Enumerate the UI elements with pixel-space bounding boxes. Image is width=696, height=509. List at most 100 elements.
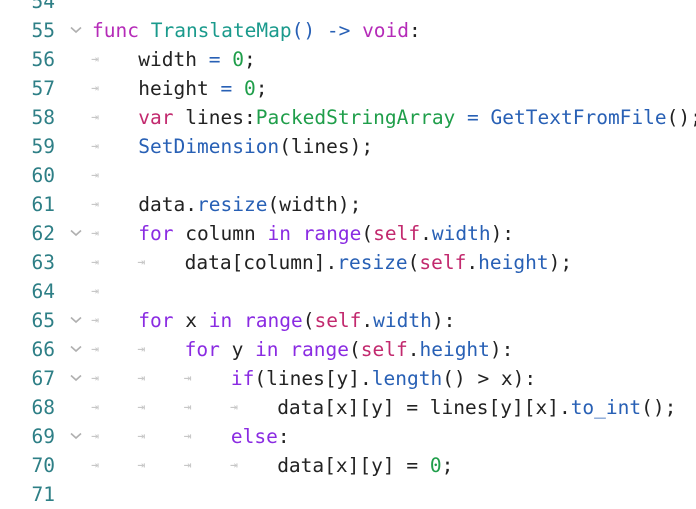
fold-chevron-icon[interactable]	[68, 306, 86, 335]
code-line[interactable]: 58 ⇥ var lines:PackedStringArray = GetText…	[0, 103, 696, 132]
code-token: width	[138, 48, 197, 71]
code-line[interactable]: 64 ⇥	[0, 277, 696, 306]
code-token: lines:	[173, 106, 256, 129]
code-line[interactable]: 56 ⇥ width = 0;	[0, 45, 696, 74]
code-token: ();	[641, 396, 677, 419]
line-number[interactable]: 70	[0, 451, 55, 480]
fold-chevron-icon[interactable]	[68, 335, 86, 364]
code-line[interactable]: 55 func TranslateMap() -> void:	[0, 16, 696, 45]
code-token: PackedStringArray	[255, 106, 456, 129]
fold-chevron-icon[interactable]	[68, 16, 86, 45]
code-token: :	[409, 19, 421, 42]
tab-marker-icon: ⇥	[229, 400, 238, 415]
code-line[interactable]: 61 ⇥ data.resize(width);	[0, 190, 696, 219]
code-token: .	[407, 338, 420, 361]
code-line[interactable]: 54	[0, 0, 696, 16]
code-token: if	[230, 367, 255, 390]
code-token: in	[267, 222, 291, 245]
code-text: func TranslateMap() -> void:	[92, 16, 421, 45]
code-text: for y in range(self.height):	[185, 335, 514, 364]
tab-marker-icon: ⇥	[183, 458, 192, 473]
tab-marker-icon: ⇥	[91, 197, 99, 212]
tab-marker-icon: ⇥	[91, 284, 99, 299]
code-token: ):	[431, 309, 456, 332]
tab-marker-icon: ⇥	[91, 458, 99, 473]
line-number[interactable]: 65	[0, 306, 55, 335]
code-text: SetDimension(lines);	[138, 132, 373, 161]
code-line[interactable]: 66 ⇥ ⇥ for y in range(self.height):	[0, 335, 696, 364]
code-token: self	[373, 222, 421, 245]
code-token: .	[361, 309, 374, 332]
code-text: width = 0;	[138, 45, 255, 74]
fold-chevron-icon[interactable]	[68, 364, 86, 393]
code-token: width	[373, 309, 432, 332]
code-token: (	[407, 251, 420, 274]
line-number[interactable]: 67	[0, 364, 55, 393]
code-line[interactable]: 71	[0, 480, 696, 509]
tab-marker-icon: ⇥	[91, 342, 99, 357]
code-line[interactable]: 62 ⇥ for column in range(self.width):	[0, 219, 696, 248]
line-number[interactable]: 60	[0, 161, 55, 190]
line-number[interactable]: 71	[0, 480, 55, 509]
code-token: .	[420, 222, 432, 245]
code-token: (width);	[267, 193, 362, 216]
tab-marker-icon: ⇥	[137, 255, 146, 270]
line-number[interactable]: 57	[0, 74, 55, 103]
code-line[interactable]: 63 ⇥ ⇥ data[column].resize(self.height);	[0, 248, 696, 277]
code-token: height	[419, 338, 490, 361]
line-number[interactable]: 64	[0, 277, 55, 306]
fold-chevron-icon[interactable]	[68, 422, 86, 451]
code-line[interactable]: 59 ⇥ SetDimension(lines);	[0, 132, 696, 161]
line-number[interactable]: 69	[0, 422, 55, 451]
code-token: self	[360, 338, 408, 361]
code-line[interactable]: 68 ⇥ ⇥ ⇥ ⇥ data[x][y] = lines[y][x].to_int();	[0, 393, 696, 422]
code-line[interactable]: 67 ⇥ ⇥ ⇥ if(lines[y].length() > x):	[0, 364, 696, 393]
code-token: ):	[489, 338, 514, 361]
code-token: data[x][y] =	[277, 454, 430, 477]
line-number[interactable]: 62	[0, 219, 55, 248]
code-token: =	[208, 77, 244, 100]
tab-marker-icon: ⇥	[91, 139, 99, 154]
code-token: 0	[232, 48, 244, 71]
code-token: height	[478, 251, 549, 274]
code-line[interactable]: 60 ⇥	[0, 161, 696, 190]
code-token: y	[219, 338, 256, 361]
tab-marker-icon: ⇥	[91, 81, 99, 96]
fold-chevron-icon[interactable]	[68, 219, 86, 248]
tab-marker-icon: ⇥	[91, 226, 99, 241]
line-number[interactable]: 61	[0, 190, 55, 219]
code-text: data[column].resize(self.height);	[185, 248, 572, 277]
code-token: self	[314, 309, 362, 332]
line-number[interactable]: 58	[0, 103, 55, 132]
code-token: self	[419, 251, 467, 274]
line-number[interactable]: 55	[0, 16, 55, 45]
code-token: ;	[243, 48, 256, 71]
code-token: in	[255, 338, 279, 361]
code-token: data.	[138, 193, 197, 216]
code-token: height	[138, 77, 209, 100]
line-number[interactable]: 63	[0, 248, 55, 277]
line-number[interactable]: 56	[0, 45, 55, 74]
line-number[interactable]: 59	[0, 132, 55, 161]
code-line[interactable]: 57 ⇥ height = 0;	[0, 74, 696, 103]
tab-marker-icon: ⇥	[91, 429, 99, 444]
line-number[interactable]: 54	[0, 0, 55, 16]
code-token: =	[455, 106, 491, 129]
code-token: ();	[666, 106, 696, 129]
code-token: for	[184, 338, 220, 361]
tab-marker-icon: ⇥	[91, 52, 99, 67]
line-number[interactable]: 66	[0, 335, 55, 364]
code-token: (lines[y].	[254, 367, 372, 390]
tab-marker-icon: ⇥	[91, 255, 99, 270]
code-line[interactable]: 70 ⇥ ⇥ ⇥ ⇥ data[x][y] = 0;	[0, 451, 696, 480]
code-line[interactable]: 65 ⇥ for x in range(self.width):	[0, 306, 696, 335]
code-editor[interactable]: 54 55 func TranslateMap() -> void: 56 ⇥ width…	[0, 0, 696, 509]
code-token: ;	[255, 77, 268, 100]
line-number[interactable]: 68	[0, 393, 55, 422]
code-line[interactable]: 69 ⇥ ⇥ ⇥ else:	[0, 422, 696, 451]
code-token: for	[138, 222, 174, 245]
code-token: () ->	[291, 19, 363, 42]
